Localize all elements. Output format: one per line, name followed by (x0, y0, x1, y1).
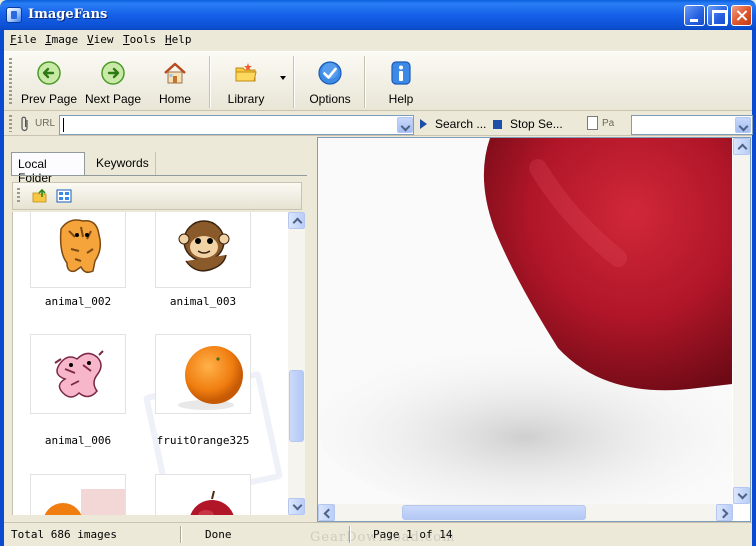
thumbnail-card[interactable] (30, 474, 126, 515)
url-input[interactable] (59, 115, 414, 135)
folder-panel: Local Folder Keywords animal_002 animal_… (4, 138, 311, 521)
thumbnail-label: fruitOrange325 (156, 434, 250, 447)
info-icon (391, 61, 411, 85)
page-select[interactable] (631, 115, 753, 135)
page-icon (587, 116, 598, 130)
library-button[interactable]: Library (218, 56, 274, 108)
thumbnail-label: animal_002 (44, 295, 112, 308)
options-label: Options (309, 92, 351, 106)
address-bar: URL Search ... Stop Se... Pa (4, 112, 753, 136)
prev-page-label: Prev Page (20, 92, 78, 106)
menu-bar: File Image View Tools Help (4, 30, 752, 50)
scroll-down-button[interactable] (288, 498, 305, 515)
toolbar-separator (364, 56, 366, 108)
scrollbar-thumb[interactable] (402, 505, 586, 520)
thumbnail-card[interactable] (155, 212, 251, 288)
toolbar-grip[interactable] (9, 58, 12, 106)
minimize-button[interactable] (684, 5, 705, 26)
folder-icon (235, 63, 257, 82)
folder-toolbar (12, 182, 302, 210)
thumbnail-grid[interactable]: animal_002 animal_003 animal_006 fruitOr… (12, 212, 288, 515)
help-label: Help (388, 92, 414, 106)
search-play-icon[interactable] (420, 119, 427, 129)
scroll-right-button[interactable] (716, 504, 733, 521)
close-button[interactable] (731, 5, 752, 26)
text-cursor (63, 118, 64, 132)
back-arrow-icon (37, 61, 61, 85)
folder-toolbar-grip[interactable] (17, 188, 20, 204)
home-label: Home (158, 92, 191, 106)
stop-icon[interactable] (493, 120, 502, 129)
forward-arrow-icon (101, 61, 125, 85)
menu-image[interactable]: Image (45, 33, 78, 46)
page-label: Pa (602, 118, 615, 129)
status-state: Done (205, 528, 232, 541)
scrollbar-thumb[interactable] (289, 370, 304, 442)
help-button[interactable]: Help (376, 56, 426, 108)
status-total: Total 686 images (11, 528, 117, 541)
checkmark-icon (318, 61, 342, 85)
search-button[interactable]: Search ... (435, 117, 486, 131)
thumbnail-card[interactable] (30, 334, 126, 414)
menu-tools[interactable]: Tools (123, 33, 156, 46)
thumbnail-view-icon[interactable] (56, 188, 72, 204)
paperclip-icon (21, 116, 28, 132)
maximize-button[interactable] (707, 5, 728, 26)
menu-file[interactable]: File (10, 33, 37, 46)
window-title: ImageFans (28, 7, 108, 22)
library-label: Library (227, 92, 265, 106)
url-dropdown-button[interactable] (397, 117, 413, 133)
apple-photo-partial-icon (190, 490, 234, 515)
thumbnail-card[interactable] (30, 212, 126, 288)
site-watermark: GearDownload.com (310, 530, 456, 545)
menu-view[interactable]: View (87, 33, 114, 46)
status-separator (180, 526, 182, 543)
app-icon[interactable] (6, 7, 22, 23)
thumbnail-scrollbar[interactable] (288, 212, 305, 515)
toolbar-separator (293, 56, 295, 108)
apple-image (318, 138, 732, 504)
scroll-down-button[interactable] (733, 487, 750, 504)
thumbnail-label: animal_003 (169, 295, 237, 308)
preview-horizontal-scrollbar[interactable] (318, 504, 733, 521)
scroll-up-button[interactable] (288, 212, 305, 229)
address-bar-grip[interactable] (9, 115, 12, 132)
window-frame-right (752, 30, 756, 546)
tab-divider (11, 175, 307, 176)
image-preview-panel (317, 137, 751, 522)
orange-photo-partial-icon (44, 489, 125, 515)
monkey-cartoon-icon (178, 220, 230, 272)
next-page-label: Next Page (84, 92, 142, 106)
tab-keywords[interactable]: Keywords (90, 152, 156, 175)
orange-photo-icon (178, 346, 243, 410)
url-label: URL (35, 118, 56, 129)
dragon-cartoon-icon (54, 350, 104, 398)
status-bar: Total 686 images Done Page 1 of 14 GearD… (4, 522, 752, 546)
home-button[interactable]: Home (150, 56, 200, 108)
scroll-left-button[interactable] (318, 504, 335, 521)
prev-page-button[interactable]: Prev Page (18, 56, 80, 108)
main-toolbar: Prev Page Next Page Home Library Options… (4, 51, 752, 111)
tiger-cartoon-icon (59, 219, 102, 274)
toolbar-separator (209, 56, 211, 108)
library-dropdown-arrow-icon[interactable] (280, 76, 286, 80)
thumbnail-label: animal_006 (44, 434, 112, 447)
thumbnail-card[interactable] (155, 334, 251, 414)
tab-local-folder[interactable]: Local Folder (11, 152, 85, 185)
house-icon (164, 62, 186, 84)
stop-search-button[interactable]: Stop Se... (510, 117, 563, 131)
preview-vertical-scrollbar[interactable] (733, 138, 750, 504)
scroll-up-button[interactable] (733, 138, 750, 155)
next-page-button[interactable]: Next Page (82, 56, 144, 108)
title-bar[interactable]: ImageFans (0, 0, 756, 30)
page-dropdown-button[interactable] (735, 117, 751, 133)
image-preview[interactable] (318, 138, 732, 504)
menu-help[interactable]: Help (165, 33, 192, 46)
folder-up-icon[interactable] (32, 188, 48, 204)
thumbnail-card[interactable] (155, 474, 251, 515)
options-button[interactable]: Options (302, 56, 358, 108)
